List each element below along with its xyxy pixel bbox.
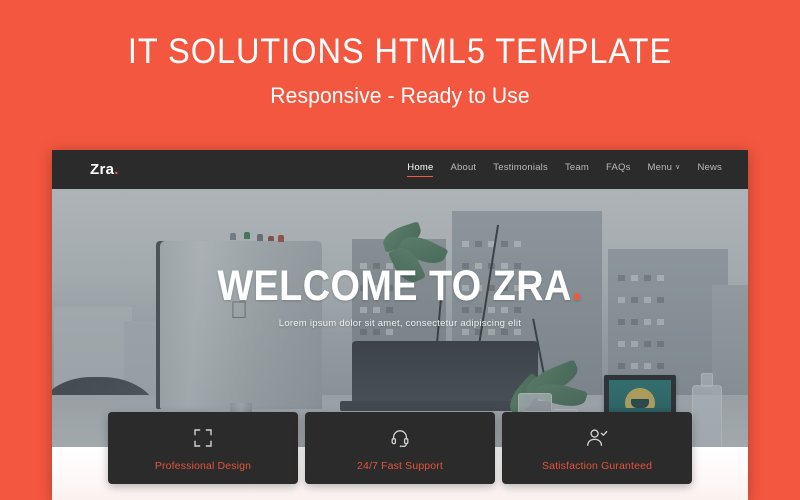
nav-link-testimonials[interactable]: Testimonials (493, 162, 548, 177)
feature-card-label: 24/7 Fast Support (356, 459, 444, 472)
feature-cards: Professional Design 24/7 Fast Support Sa… (108, 412, 693, 484)
feature-card-professional-design[interactable]: Professional Design (108, 412, 298, 484)
headset-icon (390, 425, 410, 451)
site-navbar: Zra. Home About Testimonials Team FAQs M… (52, 150, 748, 189)
nav-link-about-label: About (450, 162, 477, 173)
hero-subtitle: Lorem ipsum dolor sit amet, consectetur … (278, 318, 522, 329)
hero-title: WELCOME TO ZRA. (94, 263, 706, 309)
nav-link-home[interactable]: Home (407, 162, 434, 177)
nav-link-home-label: Home (407, 162, 434, 173)
promo-subtitle: Responsive - Ready to Use (270, 83, 530, 108)
nav-link-testimonials-label: Testimonials (493, 162, 548, 173)
hero-text-block: WELCOME TO ZRA. Lorem ipsum dolor sit am… (52, 263, 748, 329)
hero-title-text: WELCOME TO ZRA (217, 262, 572, 310)
logo-text: Zra (90, 161, 115, 178)
crop-frame-icon (193, 425, 213, 451)
nav-link-about[interactable]: About (450, 162, 476, 177)
nav-link-faqs[interactable]: FAQs (606, 162, 631, 177)
nav-link-menu-label: Menu (647, 162, 673, 173)
nav-link-menu[interactable]: Menu ∨ (648, 162, 681, 177)
nav-link-team[interactable]: Team (565, 162, 589, 177)
feature-card-fast-support[interactable]: 24/7 Fast Support (305, 412, 495, 484)
nav-links: Home About Testimonials Team FAQs Menu ∨ … (407, 162, 722, 177)
website-preview: Zra. Home About Testimonials Team FAQs M… (52, 150, 748, 500)
site-logo[interactable]: Zra. (90, 161, 119, 178)
hero-title-dot: . (571, 262, 583, 310)
feature-card-satisfaction[interactable]: Satisfaction Guranteed (502, 412, 692, 484)
nav-link-news-label: News (697, 162, 722, 173)
nav-link-faqs-label: FAQs (605, 162, 631, 173)
feature-card-label: Satisfaction Guranteed (541, 459, 653, 472)
nav-link-news[interactable]: News (697, 162, 722, 177)
nav-link-team-label: Team (564, 162, 589, 173)
promo-header: IT SOLUTIONS HTML5 TEMPLATE Responsive -… (0, 0, 800, 109)
user-check-icon (586, 425, 608, 451)
chevron-down-icon: ∨ (675, 164, 681, 172)
feature-card-label: Professional Design (154, 459, 252, 472)
promo-title: IT SOLUTIONS HTML5 TEMPLATE (127, 32, 673, 71)
hero-section:  REAL (52, 189, 748, 447)
logo-dot: . (114, 161, 119, 178)
